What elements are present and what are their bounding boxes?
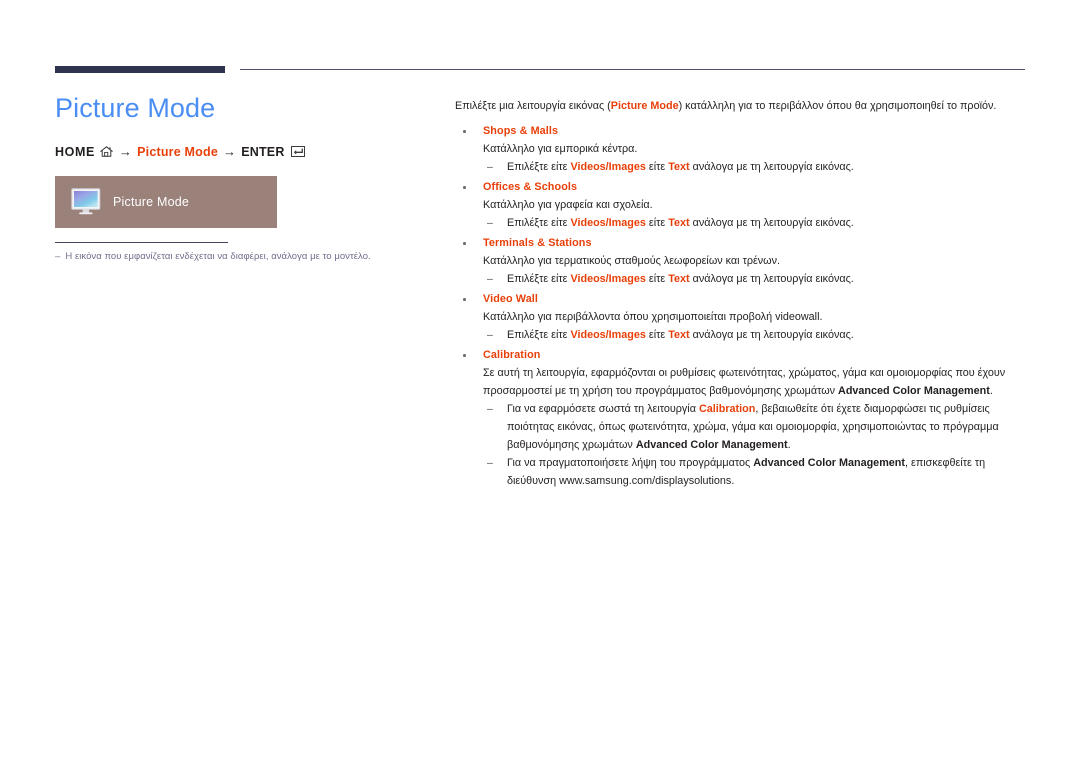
sub-text-post: ανάλογα με τη λειτουργία εικόνας. (689, 273, 854, 285)
sub-text-post: ανάλογα με τη λειτουργία εικόνας. (689, 161, 854, 173)
menu-preview-box[interactable]: Picture Mode (55, 176, 277, 228)
sub-text-mid: είτε (645, 329, 669, 341)
option-videos-images: Videos/Images (570, 329, 646, 341)
acm-term: Advanced Color Management (838, 385, 990, 397)
breadcrumb-arrow-2: → (223, 144, 237, 159)
header-rules (0, 0, 1080, 90)
left-column: Picture Mode HOME → Picture Mode → ENTER (55, 90, 435, 263)
home-icon (99, 146, 113, 157)
list-item-title: Shops & Malls (483, 125, 559, 137)
sub-list-item: Επιλέξτε είτε Videos/Images είτε Text αν… (483, 326, 1030, 344)
list-item-title: Calibration (483, 349, 541, 361)
acm-term: Advanced Color Management (753, 457, 905, 469)
list-item-title: Video Wall (483, 293, 538, 305)
list-item: Offices & Schools Κατάλληλο για γραφεία … (455, 178, 1030, 232)
sub2-pre: Για να πραγματοποιήσετε λήψη του προγράμ… (507, 457, 754, 469)
option-videos-images: Videos/Images (570, 161, 646, 173)
note-dash: ‒ (55, 251, 61, 262)
picture-mode-list: Shops & Malls Κατάλληλο για εμπορικά κέν… (455, 122, 1030, 490)
list-item: Video Wall Κατάλληλο για περιβάλλοντα όπ… (455, 290, 1030, 344)
intro-text-post: ) κατάλληλη για το περιβάλλον όπου θα χρ… (678, 100, 997, 112)
sub-text-pre: Επιλέξτε είτε (507, 273, 571, 285)
list-item: Terminals & Stations Κατάλληλο για τερμα… (455, 234, 1030, 288)
intro-paragraph: Επιλέξτε μια λειτουργία εικόνας (Picture… (455, 97, 1030, 115)
intro-text-pre: Επιλέξτε μια λειτουργία εικόνας ( (455, 100, 611, 112)
option-text: Text (668, 329, 690, 341)
option-videos-images: Videos/Images (570, 217, 646, 229)
sub-list: Επιλέξτε είτε Videos/Images είτε Text αν… (483, 214, 1030, 232)
sub-text-pre: Επιλέξτε είτε (507, 161, 571, 173)
sub-list: Επιλέξτε είτε Videos/Images είτε Text αν… (483, 326, 1030, 344)
option-calibration: Calibration (698, 403, 756, 415)
list-item: Shops & Malls Κατάλληλο για εμπορικά κέν… (455, 122, 1030, 176)
option-videos-images: Videos/Images (570, 273, 646, 285)
note-divider (55, 242, 228, 243)
list-item-description: Κατάλληλο για τερματικούς σταθμούς λεωφο… (483, 255, 781, 267)
breadcrumb-arrow-1: → (118, 144, 133, 159)
sub-list-item: Επιλέξτε είτε Videos/Images είτε Text αν… (483, 214, 1030, 232)
sub-list-item: Επιλέξτε είτε Videos/Images είτε Text αν… (483, 270, 1030, 288)
breadcrumb-home-label: HOME (55, 144, 95, 159)
list-item-description: Κατάλληλο για γραφεία και σχολεία. (483, 199, 653, 211)
sub-list-item: Για να εφαρμόσετε σωστά τη λειτουργία Ca… (483, 400, 1030, 454)
sub-text-pre: Επιλέξτε είτε (507, 329, 571, 341)
page-title: Picture Mode (55, 93, 216, 123)
note-text: Η εικόνα που εμφανίζεται ενδέχεται να δι… (65, 251, 371, 262)
header-rule-thick (55, 66, 225, 73)
sub-list: Επιλέξτε είτε Videos/Images είτε Text αν… (483, 270, 1030, 288)
content-column: Επιλέξτε μια λειτουργία εικόνας (Picture… (455, 97, 1030, 492)
list-item-description: Κατάλληλο για εμπορικά κέντρα. (483, 143, 638, 155)
menu-preview-label: Picture Mode (113, 195, 190, 209)
sub-text-mid: είτε (645, 273, 669, 285)
breadcrumb: HOME → Picture Mode → ENTER (55, 144, 435, 159)
sub-text-pre: Επιλέξτε είτε (507, 217, 571, 229)
sub-text-mid: είτε (645, 161, 669, 173)
list-item-description: Σε αυτή τη λειτουργία, εφαρμόζονται οι ρ… (483, 364, 1030, 400)
intro-term: Picture Mode (610, 100, 679, 112)
sub-text-post: ανάλογα με τη λειτουργία εικόνας. (689, 217, 854, 229)
sub-list-item: Για να πραγματοποιήσετε λήψη του προγράμ… (483, 454, 1030, 490)
list-item-calibration: Calibration Σε αυτή τη λειτουργία, εφαρμ… (455, 346, 1030, 490)
sub1-pre: Για να εφαρμόσετε σωστά τη λειτουργία (507, 403, 699, 415)
option-text: Text (668, 273, 690, 285)
sub-text-post: ανάλογα με τη λειτουργία εικόνας. (689, 329, 854, 341)
option-text: Text (668, 217, 690, 229)
sub-list: Για να εφαρμόσετε σωστά τη λειτουργία Ca… (483, 400, 1030, 490)
calibration-desc-post: . (989, 385, 993, 397)
sub-list-item: Επιλέξτε είτε Videos/Images είτε Text αν… (483, 158, 1030, 176)
sub-list: Επιλέξτε είτε Videos/Images είτε Text αν… (483, 158, 1030, 176)
breadcrumb-menu-label: Picture Mode (137, 144, 218, 159)
list-item-title: Terminals & Stations (483, 237, 592, 249)
note: ‒ Η εικόνα που εμφανίζεται ενδέχεται να … (55, 250, 435, 263)
list-item-description: Κατάλληλο για περιβάλλοντα όπου χρησιμοπ… (483, 311, 823, 323)
enter-key-icon (290, 146, 305, 157)
list-item-title: Offices & Schools (483, 181, 578, 193)
monitor-picture-mode-icon (71, 188, 101, 216)
sub1-post: . (787, 439, 791, 451)
option-text: Text (668, 161, 690, 173)
breadcrumb-enter-label: ENTER (241, 144, 285, 159)
acm-term: Advanced Color Management (635, 439, 788, 451)
header-rule-thin (240, 69, 1025, 70)
sub-text-mid: είτε (645, 217, 669, 229)
